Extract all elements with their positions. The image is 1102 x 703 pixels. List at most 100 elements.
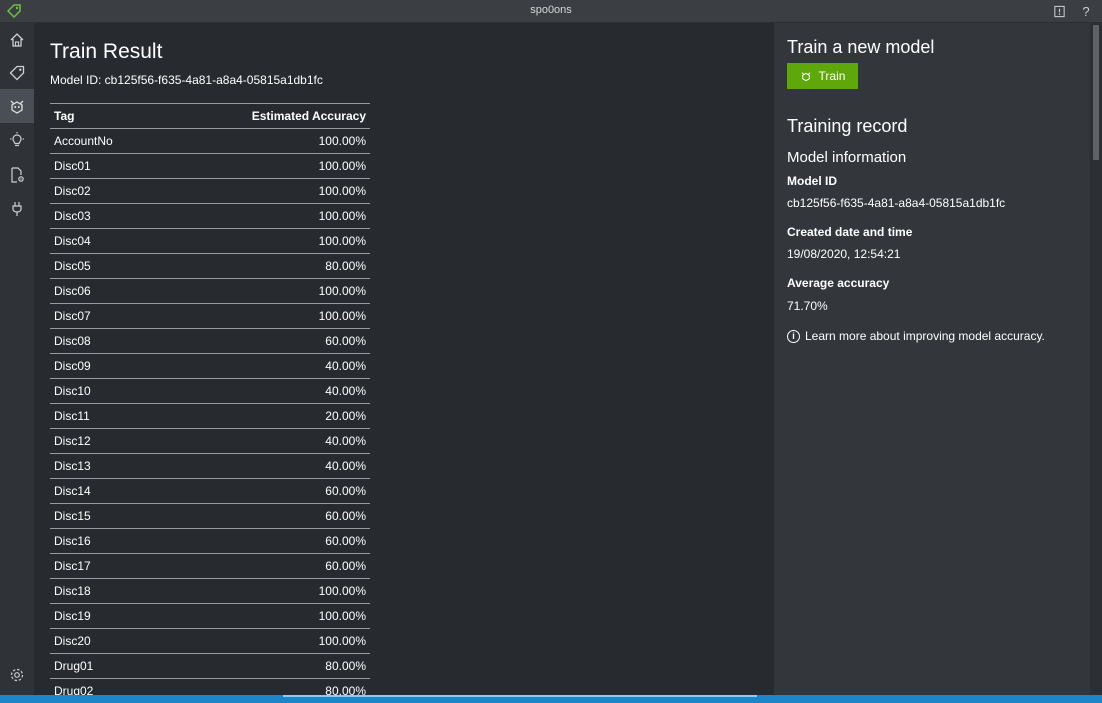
tag-cell: Disc15 [50,503,163,529]
help-icon[interactable]: ? [1077,2,1095,20]
created-date-label: Created date and time [787,225,913,239]
accuracy-cell: 80.00% [162,253,370,279]
tag-cell: Disc20 [50,628,163,654]
tag-cell: AccountNo [50,128,163,154]
train-button-label: Train [818,69,846,83]
right-panel: Train a new model Train Training record … [774,23,1090,695]
accuracy-cell: 100.00% [162,628,370,654]
table-row: Disc06 100.00% [50,278,370,304]
accuracy-cell: 100.00% [162,603,370,629]
table-row: Disc07 100.00% [50,303,370,329]
accuracy-cell: 80.00% [162,653,370,679]
average-accuracy-label: Average accuracy [787,276,890,290]
accuracy-cell: 100.00% [162,303,370,329]
vertical-scrollbar[interactable] [1090,23,1102,695]
accuracy-cell: 40.00% [162,428,370,454]
accuracy-cell: 40.00% [162,453,370,479]
table-row: Drug02 80.00% [50,678,370,695]
lightbulb-icon [10,132,24,147]
table-row: Disc03 100.00% [50,203,370,229]
train-button[interactable]: Train [787,63,858,89]
sidebar-item-settings[interactable] [0,658,34,692]
learn-more-link[interactable]: i Learn more about improving model accur… [787,329,1045,343]
table-row: Disc05 80.00% [50,253,370,279]
page-title: Train Result [50,40,163,63]
accuracy-cell: 40.00% [162,378,370,404]
train-icon [801,72,810,82]
tag-cell: Disc02 [50,178,163,204]
tag-cell: Disc14 [50,478,163,504]
document-settings-icon [11,167,24,183]
tag-cell: Disc18 [50,578,163,604]
table-row: Drug01 80.00% [50,653,370,679]
tag-cell: Disc11 [50,403,163,429]
tag-cell: Disc03 [50,203,163,229]
tag-cell: Disc05 [50,253,163,279]
model-information-heading: Model information [787,149,907,166]
info-icon: i [787,329,800,343]
accuracy-cell: 60.00% [162,553,370,579]
table-row: Disc02 100.00% [50,178,370,204]
created-date-value: 19/08/2020, 12:54:21 [787,247,901,261]
table-row: Disc14 60.00% [50,478,370,504]
table-row: Disc18 100.00% [50,578,370,604]
model-id-label: Model ID [787,174,837,188]
accuracy-cell: 40.00% [162,353,370,379]
tag-cell: Disc17 [50,553,163,579]
table-row: Disc12 40.00% [50,428,370,454]
tag-cell: Disc06 [50,278,163,304]
model-id-value: cb125f56-f635-4a81-a8a4-05815a1db1fc [787,196,1006,210]
accuracy-cell: 100.00% [162,178,370,204]
learn-more-text: Learn more about improving model accurac… [805,329,1045,343]
table-row: Disc17 60.00% [50,553,370,579]
sidebar-item-connections[interactable] [0,192,34,226]
table-row: Disc08 60.00% [50,328,370,354]
train-icon [10,100,24,114]
column-header-tag: Tag [50,103,163,129]
training-record-heading: Training record [787,116,908,136]
tag-cell: Drug02 [50,678,163,695]
accuracy-cell: 60.00% [162,328,370,354]
train-new-model-heading: Train a new model [787,37,935,57]
taskbar-strip [0,695,1102,703]
home-icon [10,33,24,47]
tag-cell: Disc13 [50,453,163,479]
column-header-accuracy: Estimated Accuracy [162,103,370,129]
sidebar-item-train[interactable] [0,89,34,123]
tag-cell: Disc08 [50,328,163,354]
model-id-line: Model ID: cb125f56-f635-4a81-a8a4-05815a… [50,73,323,87]
table-row: Disc10 40.00% [50,378,370,404]
accuracy-cell: 80.00% [162,678,370,695]
table-header-row: Tag Estimated Accuracy [50,103,370,129]
window-title: spo0ons [530,4,572,16]
sidebar [0,23,34,695]
sidebar-item-home[interactable] [0,23,34,57]
accuracy-cell: 100.00% [162,578,370,604]
average-accuracy-value: 71.70% [787,299,828,313]
tag-cell: Disc04 [50,228,163,254]
tag-cell: Disc10 [50,378,163,404]
table-row: Disc11 20.00% [50,403,370,429]
sidebar-item-insights[interactable] [0,123,34,157]
title-bar: spo0ons ? [0,0,1102,23]
sidebar-item-tags[interactable] [0,56,34,90]
feedback-icon[interactable] [1050,2,1068,20]
tag-icon [9,65,25,81]
main-content: Train Result Model ID: cb125f56-f635-4a8… [34,23,774,695]
table-row: Disc04 100.00% [50,228,370,254]
accuracy-cell: 60.00% [162,478,370,504]
train-result-table: Tag Estimated Accuracy AccountNo 100.00% D… [50,103,370,695]
accuracy-cell: 100.00% [162,278,370,304]
plug-icon [12,202,22,216]
accuracy-cell: 60.00% [162,503,370,529]
table-row: Disc16 60.00% [50,528,370,554]
tag-cell: Disc01 [50,153,163,179]
sidebar-item-analyze[interactable] [0,158,34,192]
accuracy-cell: 100.00% [162,228,370,254]
scrollbar-thumb[interactable] [1093,25,1099,160]
accuracy-cell: 20.00% [162,403,370,429]
accuracy-cell: 60.00% [162,528,370,554]
tag-cell: Drug01 [50,653,163,679]
accuracy-cell: 100.00% [162,203,370,229]
accuracy-cell: 100.00% [162,153,370,179]
